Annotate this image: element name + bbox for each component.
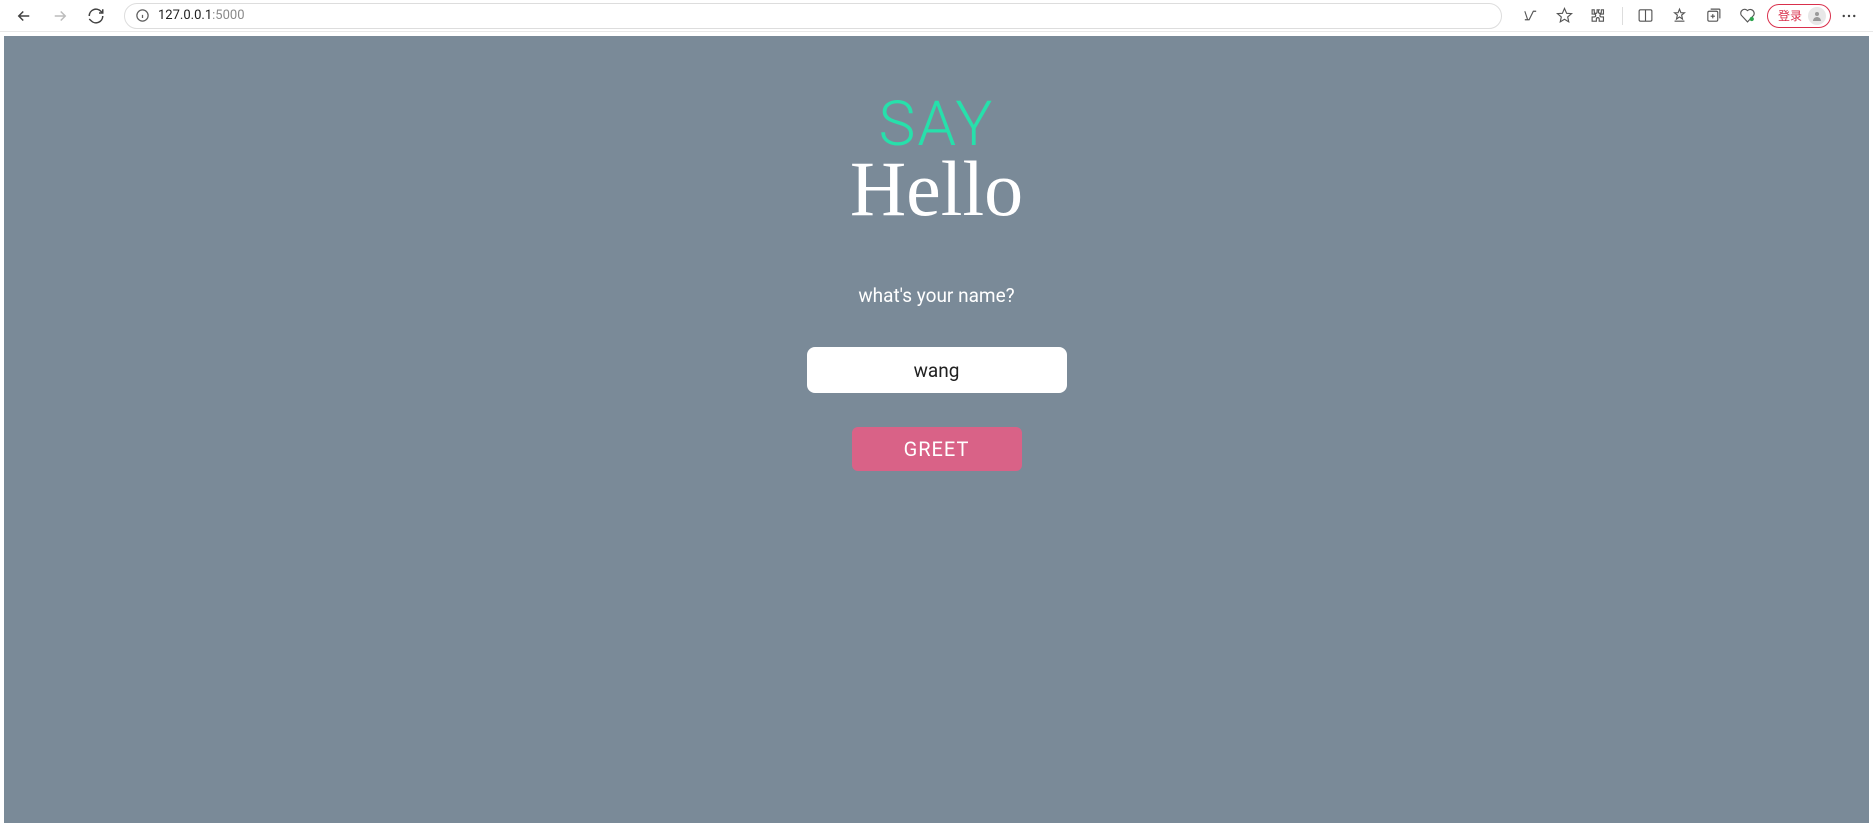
more-button[interactable] [1835, 2, 1863, 30]
page-body: SAY Hello what's your name? GREET [4, 36, 1869, 823]
more-horizontal-icon [1840, 7, 1858, 25]
performance-button[interactable] [1733, 2, 1763, 30]
back-button[interactable] [10, 2, 38, 30]
star-list-icon [1671, 7, 1688, 24]
collections-icon [1705, 7, 1722, 24]
avatar-icon [1808, 7, 1826, 25]
collections-button[interactable] [1699, 2, 1729, 30]
split-screen-button[interactable] [1631, 2, 1661, 30]
name-prompt: what's your name? [858, 284, 1014, 307]
star-icon [1556, 7, 1573, 24]
toolbar-separator [1622, 7, 1623, 25]
arrow-right-icon [51, 7, 69, 25]
extensions-button[interactable] [1584, 2, 1614, 30]
reload-button[interactable] [82, 2, 110, 30]
toolbar-right: 登录 [1516, 2, 1863, 30]
url-text: 127.0.0.1:5000 [158, 8, 245, 23]
read-aloud-button[interactable] [1516, 2, 1546, 30]
login-label: 登录 [1778, 7, 1802, 24]
greet-button[interactable]: GREET [852, 427, 1022, 471]
arrow-left-icon [15, 7, 33, 25]
site-info-icon[interactable] [135, 8, 150, 23]
login-button[interactable]: 登录 [1767, 4, 1831, 28]
logo-bottom: Hello [850, 150, 1023, 228]
address-bar[interactable]: 127.0.0.1:5000 [124, 3, 1502, 29]
split-icon [1637, 7, 1654, 24]
reload-icon [87, 7, 105, 25]
heart-pulse-icon [1739, 7, 1756, 24]
favorite-button[interactable] [1550, 2, 1580, 30]
read-aloud-icon [1522, 7, 1539, 24]
viewport: SAY Hello what's your name? GREET [0, 32, 1873, 827]
browser-toolbar: 127.0.0.1:5000 登录 [0, 0, 1873, 32]
forward-button[interactable] [46, 2, 74, 30]
name-input[interactable] [807, 347, 1067, 393]
puzzle-icon [1590, 7, 1607, 24]
logo: SAY Hello [850, 94, 1023, 228]
favorites-list-button[interactable] [1665, 2, 1695, 30]
